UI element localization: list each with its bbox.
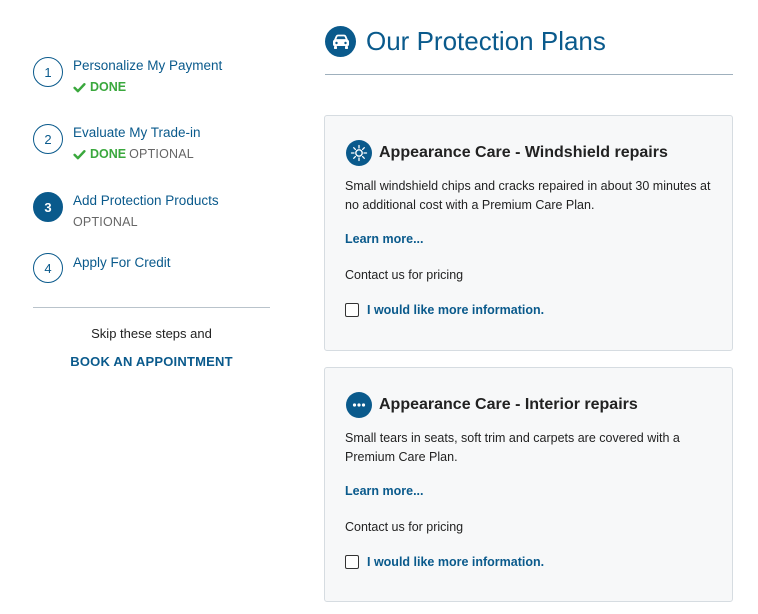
step-title[interactable]: Add Protection Products	[73, 192, 219, 209]
step-status: DONE OPTIONAL	[73, 146, 201, 162]
more-info-label[interactable]: I would like more information.	[367, 303, 544, 317]
more-info-checkbox[interactable]	[345, 555, 359, 569]
protection-plan-card: Appearance Care - Windshield repairs Sma…	[324, 115, 733, 351]
page-header: Our Protection Plans	[325, 26, 606, 57]
step-status: DONE	[73, 79, 222, 95]
step-add-protection-products[interactable]: 3 Add Protection Products OPTIONAL	[33, 192, 219, 230]
sidebar-divider	[33, 307, 270, 308]
check-icon	[73, 149, 86, 159]
more-info-checkbox[interactable]	[345, 303, 359, 317]
pricing-text: Contact us for pricing	[345, 520, 464, 534]
protection-plan-card: Appearance Care - Interior repairs Small…	[324, 367, 733, 602]
card-title: Appearance Care - Windshield repairs	[379, 144, 668, 161]
step-title[interactable]: Apply For Credit	[73, 254, 171, 271]
header-divider	[325, 74, 733, 75]
sun-burst-icon	[346, 140, 372, 166]
step-number-active: 3	[33, 192, 63, 222]
optional-label: OPTIONAL	[129, 147, 194, 161]
step-status: OPTIONAL	[73, 214, 219, 230]
more-info-label[interactable]: I would like more information.	[367, 555, 544, 569]
pricing-text: Contact us for pricing	[345, 268, 464, 282]
ellipsis-icon	[346, 392, 372, 418]
step-apply-for-credit[interactable]: 4 Apply For Credit	[33, 253, 171, 283]
car-icon	[325, 26, 356, 57]
step-personalize-payment[interactable]: 1 Personalize My Payment DONE	[33, 57, 222, 95]
step-number: 2	[33, 124, 63, 154]
more-info-option[interactable]: I would like more information.	[345, 303, 544, 317]
learn-more-link[interactable]: Learn more...	[345, 484, 424, 498]
book-appointment-link[interactable]: BOOK AN APPOINTMENT	[33, 354, 270, 369]
step-number: 4	[33, 253, 63, 283]
more-info-option[interactable]: I would like more information.	[345, 555, 544, 569]
step-title[interactable]: Personalize My Payment	[73, 57, 222, 74]
card-header: Appearance Care - Interior repairs	[346, 392, 638, 418]
step-title[interactable]: Evaluate My Trade-in	[73, 124, 201, 141]
skip-steps-text: Skip these steps and	[91, 326, 212, 341]
step-number: 1	[33, 57, 63, 87]
card-title: Appearance Care - Interior repairs	[379, 396, 638, 413]
check-icon	[73, 82, 86, 92]
step-evaluate-trade-in[interactable]: 2 Evaluate My Trade-in DONE OPTIONAL	[33, 124, 201, 162]
optional-label: OPTIONAL	[73, 215, 138, 229]
done-label: DONE	[90, 147, 127, 161]
card-header: Appearance Care - Windshield repairs	[346, 140, 668, 166]
learn-more-link[interactable]: Learn more...	[345, 232, 424, 246]
done-label: DONE	[90, 80, 127, 94]
card-description: Small tears in seats, soft trim and carp…	[345, 431, 680, 464]
page-title: Our Protection Plans	[366, 26, 606, 56]
card-description: Small windshield chips and cracks repair…	[345, 179, 711, 212]
